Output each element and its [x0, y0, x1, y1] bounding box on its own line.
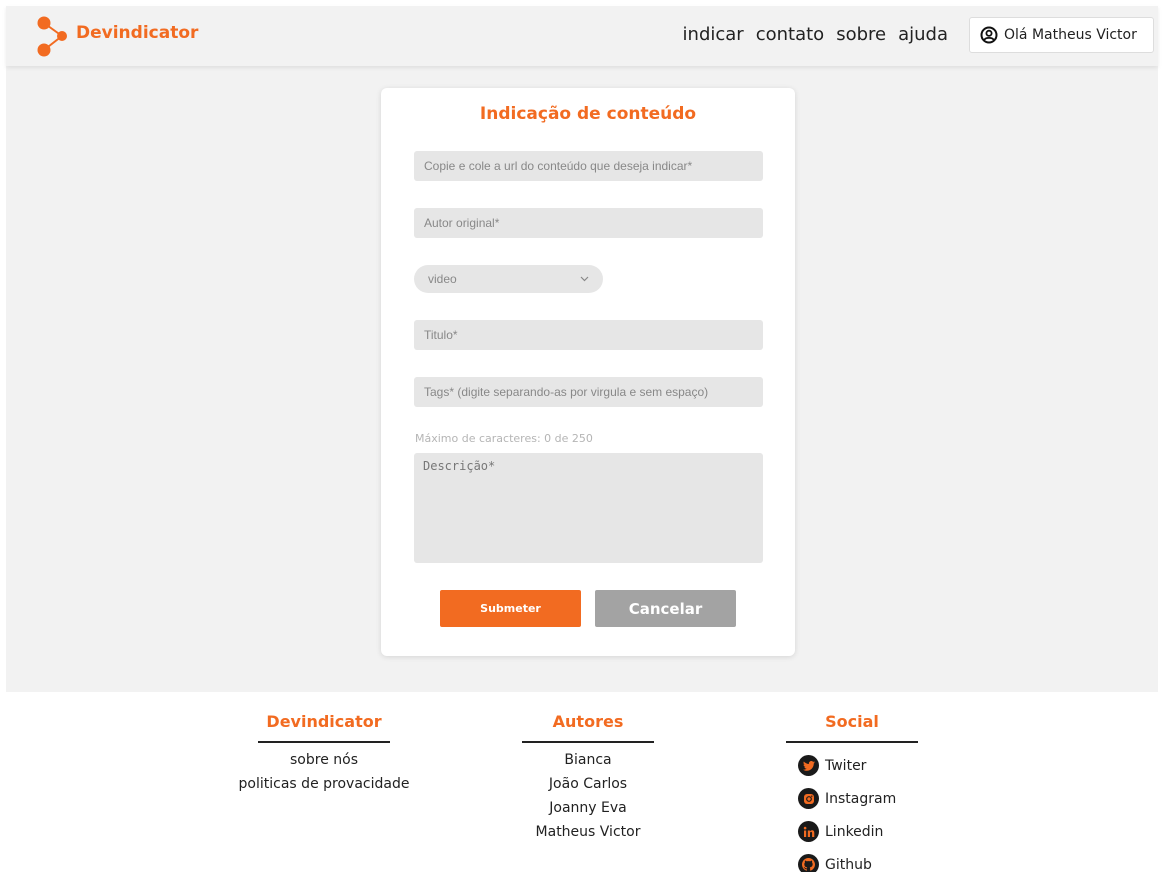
social-link-github[interactable]: Github [798, 848, 918, 872]
title-input[interactable] [414, 320, 763, 350]
author-name: Bianca [564, 752, 612, 768]
social-label: Github [825, 856, 872, 872]
footer-autores: Autores Bianca João Carlos Joanny Eva Ma… [493, 712, 683, 844]
social-label: Linkedin [825, 823, 884, 840]
url-input[interactable] [414, 151, 763, 181]
tags-input[interactable] [414, 377, 763, 407]
social-label: Twiter [825, 757, 867, 774]
twitter-icon [798, 755, 819, 776]
author-input[interactable] [414, 208, 763, 238]
nav-ajuda[interactable]: ajuda [898, 24, 948, 45]
indication-form-card: Indicação de conteúdo video Máximo de ca… [381, 88, 795, 656]
author-name: Joanny Eva [549, 800, 627, 816]
submit-button[interactable]: Submeter [440, 590, 581, 627]
cancel-button[interactable]: Cancelar [595, 590, 736, 627]
footer-title-social: Social [825, 712, 879, 731]
social-list: Twiter Instagram Linkedin Github [786, 749, 918, 872]
description-textarea[interactable] [414, 453, 763, 563]
divider [786, 741, 918, 743]
char-counter: Máximo de caracteres: 0 de 250 [415, 432, 593, 445]
nav-contato[interactable]: contato [756, 24, 824, 45]
main-nav: indicar contato sobre ajuda [683, 24, 948, 45]
footer-link-sobre[interactable]: sobre nós [229, 748, 419, 772]
chevron-down-icon [580, 276, 589, 282]
footer-title-devindicator: Devindicator [266, 712, 382, 731]
footer-title-autores: Autores [552, 712, 624, 731]
divider [522, 741, 654, 743]
logo-icon[interactable] [36, 15, 70, 57]
content-type-select[interactable]: video [414, 265, 603, 293]
form-title: Indicação de conteúdo [479, 104, 697, 124]
github-icon [798, 854, 819, 872]
social-link-instagram[interactable]: Instagram [798, 782, 918, 815]
user-menu-button[interactable]: Olá Matheus Victor [969, 17, 1154, 53]
brand-name[interactable]: Devindicator [76, 23, 198, 43]
footer-link-politicas[interactable]: politicas de provacidade [229, 772, 419, 796]
instagram-icon [798, 788, 819, 809]
user-greeting: Olá Matheus Victor [1004, 27, 1137, 43]
content-type-value: video [428, 272, 457, 286]
author-name: João Carlos [548, 776, 628, 792]
nav-sobre[interactable]: sobre [836, 24, 886, 45]
footer-social: Social Twiter Instagram Linkedin Github [757, 712, 947, 872]
social-label: Instagram [825, 790, 897, 807]
footer-devindicator: Devindicator sobre nós politicas de prov… [229, 712, 419, 796]
user-circle-icon [980, 26, 998, 44]
linkedin-icon [798, 821, 819, 842]
divider [258, 741, 390, 743]
nav-indicar[interactable]: indicar [683, 24, 744, 45]
top-header: Devindicator indicar contato sobre ajuda… [6, 6, 1158, 66]
author-name: Matheus Victor [535, 824, 641, 840]
social-link-linkedin[interactable]: Linkedin [798, 815, 918, 848]
social-link-twitter[interactable]: Twiter [798, 749, 918, 782]
